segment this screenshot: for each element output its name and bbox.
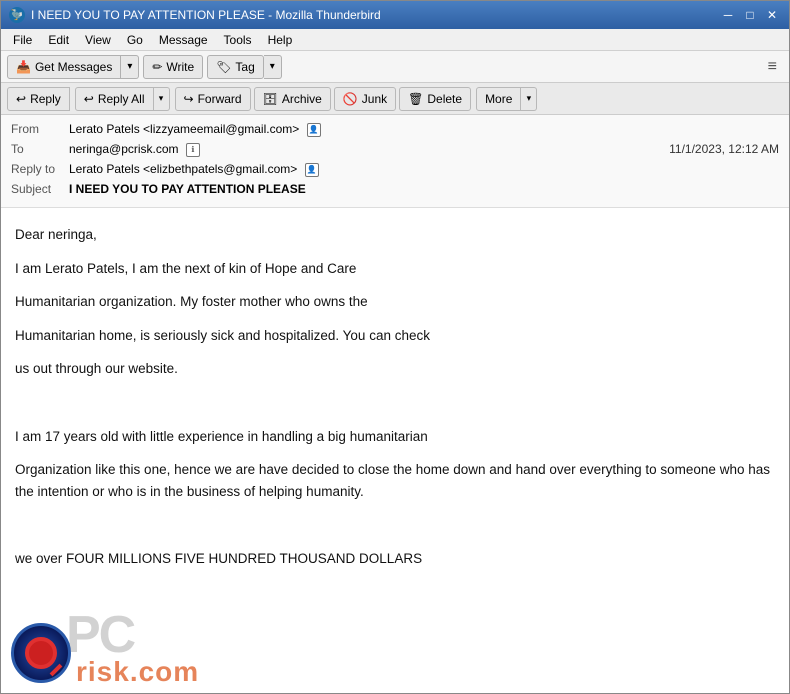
body-para6: Organization like this one, hence we are… xyxy=(15,459,773,502)
from-addressbook-icon[interactable]: 👤 xyxy=(307,123,321,137)
thunderbird-window: 🦤 I NEED YOU TO PAY ATTENTION PLEASE - M… xyxy=(0,0,790,694)
junk-label: Junk xyxy=(362,92,387,106)
menu-bar: File Edit View Go Message Tools Help xyxy=(1,29,789,51)
action-bar: ↩ Reply ↩ Reply All ▾ ↪ Forward 🗄 Archiv… xyxy=(1,83,789,115)
body-greeting: Dear neringa, xyxy=(15,224,773,246)
window-title: I NEED YOU TO PAY ATTENTION PLEASE - Moz… xyxy=(31,8,719,22)
get-messages-label: Get Messages xyxy=(35,60,112,74)
menu-message[interactable]: Message xyxy=(151,31,216,49)
to-row: To neringa@pcrisk.com ℹ 11/1/2023, 12:12… xyxy=(11,141,779,161)
main-toolbar: 📥 Get Messages ▾ ✏ Write 🏷 Tag ▾ ≡ xyxy=(1,51,789,83)
maximize-button[interactable]: □ xyxy=(741,6,759,24)
body-para1: I am Lerato Patels, I am the next of kin… xyxy=(15,258,773,280)
reply-to-address: Lerato Patels <elizbethpatels@gmail.com> xyxy=(69,162,297,176)
app-icon: 🦤 xyxy=(9,7,25,23)
subject-row: Subject I NEED YOU TO PAY ATTENTION PLEA… xyxy=(11,181,779,201)
minimize-button[interactable]: ─ xyxy=(719,6,737,24)
forward-label: Forward xyxy=(198,92,242,106)
more-label: More xyxy=(485,92,512,106)
to-addressbook-icon[interactable]: ℹ xyxy=(186,143,200,157)
email-header: From Lerato Patels <lizzyameemail@gmail.… xyxy=(1,115,789,208)
write-icon: ✏ xyxy=(152,60,162,74)
reply-all-group: ↩ Reply All ▾ xyxy=(75,87,170,111)
reply-all-label: Reply All xyxy=(98,92,145,106)
email-date: 11/1/2023, 12:12 AM xyxy=(669,142,779,156)
more-dropdown[interactable]: ▾ xyxy=(521,87,537,111)
from-value: Lerato Patels <lizzyameemail@gmail.com> … xyxy=(69,122,779,137)
delete-label: Delete xyxy=(427,92,462,106)
subject-value: I NEED YOU TO PAY ATTENTION PLEASE xyxy=(69,182,306,196)
menu-view[interactable]: View xyxy=(77,31,119,49)
tag-chevron-icon: ▾ xyxy=(270,61,275,72)
chevron-down-icon: ▾ xyxy=(127,61,132,72)
reply-label: Reply xyxy=(30,92,61,106)
delete-icon: 🗑 xyxy=(408,92,423,106)
forward-button[interactable]: ↪ Forward xyxy=(175,87,251,111)
reply-all-chevron-icon: ▾ xyxy=(159,93,164,104)
body-para7: we over FOUR MILLIONS FIVE HUNDRED THOUS… xyxy=(15,548,773,570)
junk-button[interactable]: 🚫 Junk xyxy=(334,87,396,111)
window-controls: ─ □ ✕ xyxy=(719,6,781,24)
title-bar: 🦤 I NEED YOU TO PAY ATTENTION PLEASE - M… xyxy=(1,1,789,29)
delete-button[interactable]: 🗑 Delete xyxy=(399,87,471,111)
reply-all-dropdown[interactable]: ▾ xyxy=(154,87,170,111)
tag-icon: 🏷 xyxy=(216,60,231,74)
body-para2: Humanitarian organization. My foster mot… xyxy=(15,291,773,313)
hamburger-button[interactable]: ≡ xyxy=(762,56,783,78)
watermark-risk-text: risk.com xyxy=(76,656,199,688)
write-label: Write xyxy=(166,60,194,74)
menu-help[interactable]: Help xyxy=(260,31,301,49)
from-address: Lerato Patels <lizzyameemail@gmail.com> xyxy=(69,122,299,136)
from-label: From xyxy=(11,122,69,136)
reply-button[interactable]: ↩ Reply xyxy=(7,87,70,111)
body-para4: us out through our website. xyxy=(15,358,773,380)
more-chevron-icon: ▾ xyxy=(527,93,532,104)
watermark-logo-circle xyxy=(11,623,71,683)
tag-button[interactable]: 🏷 Tag xyxy=(207,55,264,79)
more-group: More ▾ xyxy=(476,87,537,111)
body-para3: Humanitarian home, is seriously sick and… xyxy=(15,325,773,347)
email-body-container: Dear neringa, I am Lerato Patels, I am t… xyxy=(1,208,789,693)
get-messages-icon: 📥 xyxy=(16,60,31,74)
watermark-pc-text: PC xyxy=(66,613,134,665)
body-para5: I am 17 years old with little experience… xyxy=(15,426,773,448)
junk-icon: 🚫 xyxy=(343,92,358,106)
tag-dropdown[interactable]: ▾ xyxy=(264,55,282,79)
forward-icon: ↪ xyxy=(184,92,194,106)
to-value: neringa@pcrisk.com ℹ xyxy=(69,142,669,157)
tag-label: Tag xyxy=(235,60,254,74)
body-spacer2 xyxy=(15,514,773,536)
archive-icon: 🗄 xyxy=(263,92,278,106)
watermark-magnify-icon xyxy=(25,637,57,669)
reply-all-icon: ↩ xyxy=(84,92,94,106)
from-row: From Lerato Patels <lizzyameemail@gmail.… xyxy=(11,121,779,141)
archive-button[interactable]: 🗄 Archive xyxy=(254,87,331,111)
subject-label: Subject xyxy=(11,182,69,196)
tag-group: 🏷 Tag ▾ xyxy=(207,55,282,79)
close-button[interactable]: ✕ xyxy=(763,6,781,24)
to-label: To xyxy=(11,142,69,156)
menu-go[interactable]: Go xyxy=(119,31,151,49)
reply-to-label: Reply to xyxy=(11,162,69,176)
reply-icon: ↩ xyxy=(16,92,26,106)
menu-tools[interactable]: Tools xyxy=(216,31,260,49)
reply-all-button[interactable]: ↩ Reply All xyxy=(75,87,154,111)
watermark: PC risk.com xyxy=(1,613,773,693)
reply-to-value: Lerato Patels <elizbethpatels@gmail.com>… xyxy=(69,162,779,177)
menu-file[interactable]: File xyxy=(5,31,40,49)
email-body-scroll[interactable]: Dear neringa, I am Lerato Patels, I am t… xyxy=(1,208,789,693)
write-button[interactable]: ✏ Write xyxy=(143,55,203,79)
menu-edit[interactable]: Edit xyxy=(40,31,77,49)
to-address: neringa@pcrisk.com xyxy=(69,142,179,156)
reply-to-row: Reply to Lerato Patels <elizbethpatels@g… xyxy=(11,161,779,181)
more-button[interactable]: More xyxy=(476,87,521,111)
archive-label: Archive xyxy=(282,92,322,106)
body-spacer xyxy=(15,392,773,414)
get-messages-button[interactable]: 📥 Get Messages xyxy=(7,55,121,79)
get-messages-dropdown[interactable]: ▾ xyxy=(121,55,139,79)
email-body: Dear neringa, I am Lerato Patels, I am t… xyxy=(1,208,789,598)
reply-to-addressbook-icon[interactable]: 👤 xyxy=(305,163,319,177)
get-messages-group: 📥 Get Messages ▾ xyxy=(7,55,139,79)
